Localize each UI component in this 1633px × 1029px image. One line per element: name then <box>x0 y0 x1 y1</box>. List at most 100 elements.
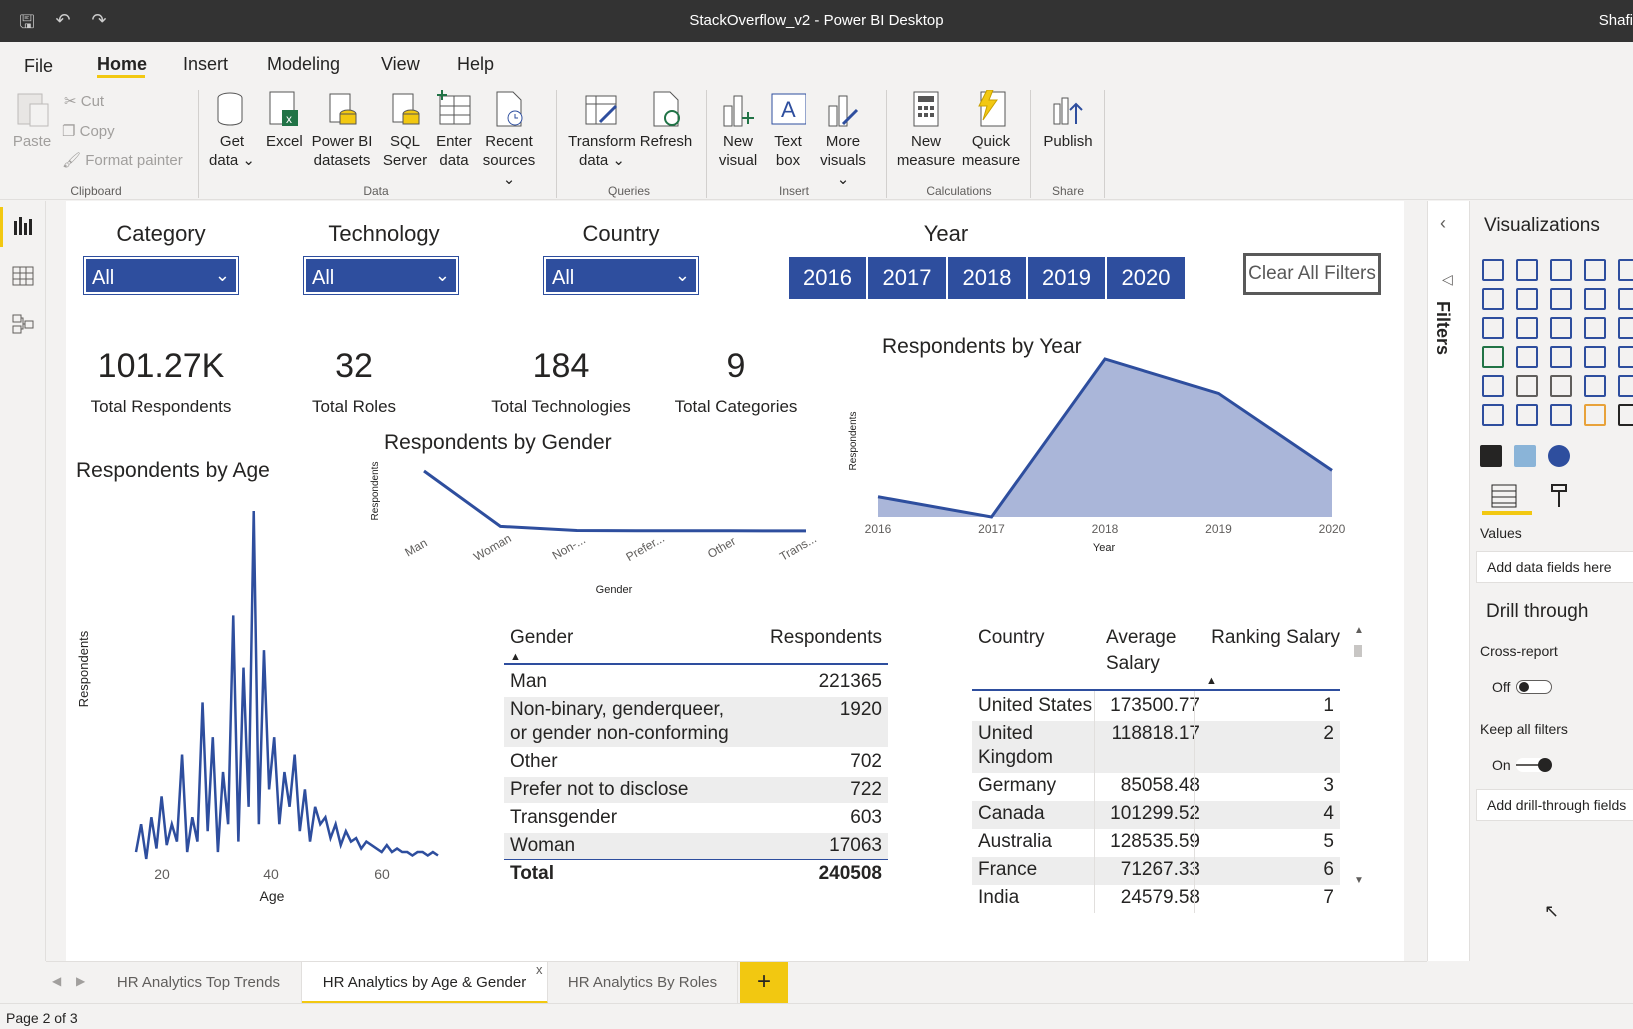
format-tab-icon[interactable] <box>1544 481 1574 516</box>
get-data-button[interactable]: Get data ⌄ <box>208 90 256 170</box>
table-row[interactable]: Australia 128535.59 5 <box>972 829 1340 857</box>
col-header-ranking-salary[interactable]: Ranking Salary <box>1211 627 1340 649</box>
page-tab-active[interactable]: HR Analytics by Age & Gender <box>302 962 548 1004</box>
card-icon[interactable] <box>1618 346 1633 368</box>
qna-icon[interactable] <box>1550 404 1572 426</box>
r-visual-icon[interactable] <box>1618 375 1633 397</box>
map-icon[interactable] <box>1482 346 1504 368</box>
clustered-column-icon[interactable] <box>1584 259 1606 281</box>
col-header-salary[interactable]: Salary <box>1106 653 1160 675</box>
data-view-icon[interactable] <box>12 265 34 292</box>
excel-button[interactable]: x Excel <box>266 90 303 151</box>
refresh-button[interactable]: Refresh <box>638 90 694 151</box>
col-header-country[interactable]: Country <box>978 627 1045 649</box>
table-row[interactable]: Man 221365 <box>504 669 888 695</box>
menu-file[interactable]: File <box>24 56 53 77</box>
col-header-gender[interactable]: Gender <box>510 627 573 649</box>
keep-filters-toggle[interactable] <box>1516 758 1552 772</box>
stacked-bar-icon[interactable] <box>1482 259 1504 281</box>
table-row[interactable]: France 71267.33 6 <box>972 857 1340 885</box>
report-view-icon[interactable] <box>12 215 34 242</box>
pbi-datasets-button[interactable]: Power BI datasets <box>310 90 374 170</box>
table-row[interactable]: or gender non-conforming <box>504 721 888 747</box>
table-row[interactable]: Other 702 <box>504 749 888 775</box>
table-row[interactable]: Kingdom <box>972 745 1340 773</box>
filled-map-icon[interactable] <box>1516 346 1538 368</box>
globe-icon[interactable] <box>1548 445 1570 467</box>
donut-icon[interactable] <box>1618 317 1633 339</box>
more-icon[interactable] <box>1618 404 1633 426</box>
line-column-icon[interactable] <box>1584 288 1606 310</box>
table-row[interactable]: Prefer not to disclose 722 <box>504 777 888 803</box>
drill-through-drop-zone[interactable]: Add drill-through fields <box>1476 789 1633 821</box>
100-bar-icon[interactable] <box>1618 259 1633 281</box>
page-tab[interactable]: HR Analytics Top Trends <box>96 962 302 1004</box>
col-header-respondents[interactable]: Respondents <box>770 627 882 649</box>
values-drop-zone[interactable]: Add data fields here <box>1476 551 1633 583</box>
more-visuals-button[interactable]: More visuals ⌄ <box>812 90 874 189</box>
scroll-up-icon[interactable]: ▲ <box>1354 625 1364 636</box>
publish-label: Publish <box>1043 133 1093 150</box>
line-chart-icon[interactable] <box>1482 288 1504 310</box>
menu-view[interactable]: View <box>381 54 420 75</box>
table-row[interactable]: Canada 101299.52 4 <box>972 801 1340 829</box>
publish-button[interactable]: Publish <box>1040 90 1096 151</box>
format-painter-button[interactable]: 🖌 Format painter <box>62 151 183 169</box>
cross-report-toggle[interactable] <box>1516 680 1552 694</box>
menu-insert[interactable]: Insert <box>183 54 228 75</box>
transform-data-button[interactable]: Transform data ⌄ <box>566 90 638 170</box>
waterfall-icon[interactable] <box>1482 317 1504 339</box>
clustered-bar-icon[interactable] <box>1550 259 1572 281</box>
col-header-average[interactable]: Average <box>1106 627 1176 649</box>
copy-button[interactable]: ❐ Copy <box>62 122 115 140</box>
cut-button[interactable]: ✂ Cut <box>64 92 104 110</box>
add-page-button[interactable]: + <box>740 962 788 1004</box>
table-row[interactable]: United States 173500.77 1 <box>972 693 1340 721</box>
user-name[interactable]: Shafi <box>1599 12 1633 29</box>
abc-icon[interactable] <box>1480 445 1502 467</box>
quick-measure-button[interactable]: Quick measure <box>958 89 1024 170</box>
table-row[interactable]: India 24579.58 7 <box>972 885 1340 913</box>
funnel-icon[interactable] <box>1516 317 1538 339</box>
paste-button[interactable]: Paste <box>10 90 54 151</box>
new-visual-button[interactable]: New visual <box>716 90 760 170</box>
menu-modeling[interactable]: Modeling <box>267 54 340 75</box>
decomposition-tree-icon[interactable] <box>1516 404 1538 426</box>
ribbon-chart-icon[interactable] <box>1618 288 1633 310</box>
table-row[interactable]: Transgender 603 <box>504 805 888 831</box>
table-row[interactable]: Non-binary, genderqueer, 1920 <box>504 697 888 723</box>
smart-narrative-icon[interactable] <box>1584 404 1606 426</box>
scroll-thumb[interactable] <box>1354 645 1362 657</box>
table-row[interactable]: Woman 17063 <box>504 833 888 859</box>
slicer-icon[interactable] <box>1516 375 1538 397</box>
shape-map-icon[interactable] <box>1550 346 1572 368</box>
table-row[interactable]: Germany 85058.48 3 <box>972 773 1340 801</box>
stacked-column-icon[interactable] <box>1516 259 1538 281</box>
menu-help[interactable]: Help <box>457 54 494 75</box>
scroll-down-icon[interactable]: ▼ <box>1354 875 1364 886</box>
area-chart-icon[interactable] <box>1516 288 1538 310</box>
menu-home[interactable]: Home <box>97 54 147 75</box>
pie-chart-icon[interactable] <box>1584 317 1606 339</box>
stacked-area-icon[interactable] <box>1550 288 1572 310</box>
filters-label[interactable]: Filters <box>1432 301 1453 355</box>
enter-data-button[interactable]: Enter data <box>432 90 476 170</box>
model-view-icon[interactable] <box>12 313 34 340</box>
text-box-button[interactable]: A Text box <box>766 90 810 170</box>
tab-close-icon[interactable]: x <box>536 962 543 977</box>
table-scrollbar[interactable]: ▲ ▼ <box>1352 625 1364 889</box>
kpi-icon[interactable] <box>1482 375 1504 397</box>
tab-scroll-right-icon[interactable]: ▶ <box>76 974 85 988</box>
gauge-icon[interactable] <box>1584 346 1606 368</box>
powerapps-icon[interactable] <box>1514 445 1536 467</box>
chevron-left-icon[interactable]: ‹ <box>1440 213 1446 234</box>
scatter-icon[interactable] <box>1550 317 1572 339</box>
sql-server-button[interactable]: SQL Server <box>380 90 430 170</box>
matrix-icon[interactable] <box>1584 375 1606 397</box>
recent-sources-button[interactable]: Recent sources ⌄ <box>476 90 542 189</box>
tab-scroll-left-icon[interactable]: ◀ <box>52 974 61 988</box>
new-measure-button[interactable]: New measure <box>896 90 956 170</box>
table-icon[interactable] <box>1550 375 1572 397</box>
page-tab[interactable]: HR Analytics By Roles <box>548 962 738 1004</box>
key-influencers-icon[interactable] <box>1482 404 1504 426</box>
